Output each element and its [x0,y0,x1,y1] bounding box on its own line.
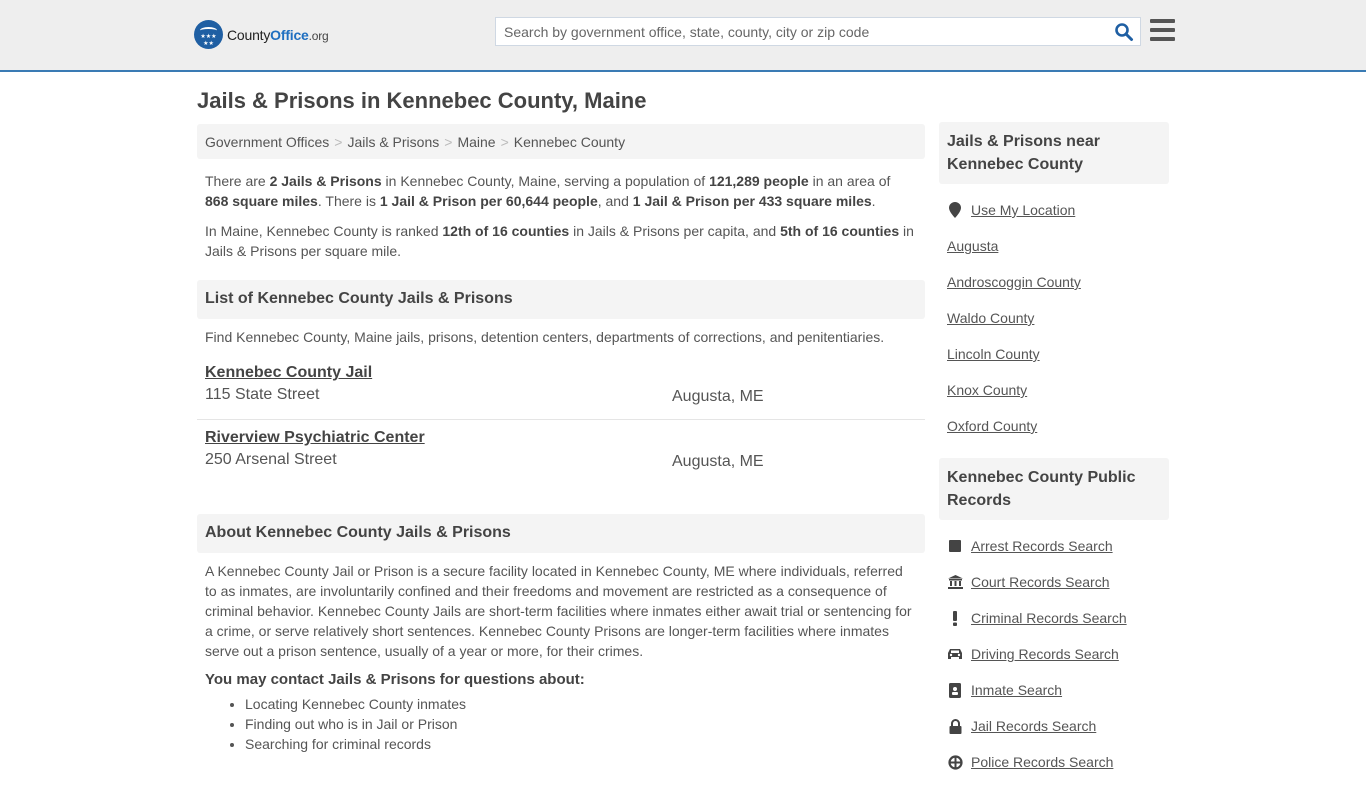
nearby-link-oxford-county[interactable]: Oxford County [947,418,1037,434]
public-record-item: Court Records Search [947,564,1161,600]
court-records-link[interactable]: Court Records Search [971,574,1110,590]
main-content: Government Offices > Jails & Prisons > Maine… [197,124,925,754]
use-my-location-item: Use My Location [947,192,1161,228]
nearby-link-knox-county[interactable]: Knox County [947,382,1027,398]
intro-summary: There are 2 Jails & Prisons in Kennebec … [197,159,925,261]
list-section-heading: List of Kennebec County Jails & Prisons [197,280,925,319]
site-header: ★★★ ★★ CountyOffice.org [0,0,1366,72]
nearby-heading: Jails & Prisons near Kennebec County [939,122,1169,184]
search-icon [1115,23,1133,41]
breadcrumb-separator: > [444,134,453,150]
facility-name-link[interactable]: Kennebec County Jail [205,364,372,381]
facility-city: Augusta, ME [672,453,764,470]
about-section-heading: About Kennebec County Jails & Prisons [197,514,925,553]
nearby-list: Use My Location Augusta Androscoggin Cou… [939,184,1169,454]
search-bar [495,17,1141,46]
nearby-item: Augusta [947,228,1161,264]
contact-topic-item: Searching for criminal records [245,734,925,754]
intro-paragraph-rank: In Maine, Kennebec County is ranked 12th… [205,223,914,259]
breadcrumb: Government Offices > Jails & Prisons > Maine… [197,124,925,159]
contact-topic-item: Finding out who is in Jail or Prison [245,714,925,734]
breadcrumb-separator: > [500,134,509,150]
nearby-item: Knox County [947,372,1161,408]
site-logo[interactable]: ★★★ ★★ CountyOffice.org [194,20,329,49]
public-record-item: Driving Records Search [947,636,1161,672]
jail-records-link[interactable]: Jail Records Search [971,718,1096,734]
square-icon [947,538,963,554]
public-record-item: Police Records Search [947,744,1161,780]
nearby-link-augusta[interactable]: Augusta [947,238,998,254]
breadcrumb-kennebec-county: Kennebec County [513,134,626,150]
facility-address: 115 State Street [205,386,320,403]
inmate-search-link[interactable]: Inmate Search [971,682,1062,698]
breadcrumb-government-offices[interactable]: Government Offices [205,134,329,150]
nearby-item: Androscoggin County [947,264,1161,300]
public-record-item: Criminal Records Search [947,600,1161,636]
hamburger-menu-button[interactable] [1150,19,1175,42]
public-records-heading: Kennebec County Public Records [939,458,1169,520]
facility-city: Augusta, ME [672,388,764,405]
courthouse-icon [947,574,963,590]
public-records-list: Arrest Records Search Court Records Sear… [939,520,1169,790]
nearby-item: Lincoln County [947,336,1161,372]
intro-paragraph-stats: There are 2 Jails & Prisons in Kennebec … [205,173,891,209]
search-input[interactable] [496,18,1106,45]
page-title: Jails & Prisons in Kennebec County, Main… [197,88,647,113]
exclamation-icon [947,610,963,626]
facility-listing: Kennebec County Jail 115 State Street Au… [197,355,925,420]
sidebar: Jails & Prisons near Kennebec County Use… [939,122,1169,790]
list-section-description: Find Kennebec County, Maine jails, priso… [205,329,885,345]
contact-topics-list: Locating Kennebec County inmates Finding… [197,694,925,754]
facility-address: 250 Arsenal Street [205,451,337,468]
breadcrumb-maine[interactable]: Maine [457,134,495,150]
hamburger-menu-icon [1150,19,1175,23]
breadcrumb-separator: > [334,134,343,150]
contact-heading: You may contact Jails & Prisons for ques… [205,671,585,688]
public-record-item: Inmate Search [947,672,1161,708]
public-record-item: Arrest Records Search [947,528,1161,564]
nearby-link-waldo-county[interactable]: Waldo County [947,310,1034,326]
public-record-item: Jail Records Search [947,708,1161,744]
nearby-item: Oxford County [947,408,1161,444]
driving-records-link[interactable]: Driving Records Search [971,646,1119,662]
facility-name-link[interactable]: Riverview Psychiatric Center [205,429,425,446]
car-icon [947,646,963,662]
criminal-records-link[interactable]: Criminal Records Search [971,610,1127,626]
search-button[interactable] [1114,22,1134,42]
map-marker-icon [947,202,963,218]
breadcrumb-jails-prisons[interactable]: Jails & Prisons [347,134,439,150]
about-section-text: A Kennebec County Jail or Prison is a se… [205,563,912,659]
eagle-logo-icon: ★★★ ★★ [194,20,223,49]
facility-listing: Riverview Psychiatric Center 250 Arsenal… [197,420,925,485]
lock-icon [947,718,963,734]
contact-topic-item: Locating Kennebec County inmates [245,694,925,714]
arrest-records-link[interactable]: Arrest Records Search [971,538,1113,554]
logo-wordmark: CountyOffice.org [227,26,329,43]
id-badge-icon [947,682,963,698]
nearby-link-lincoln-county[interactable]: Lincoln County [947,346,1040,362]
nearby-item: Waldo County [947,300,1161,336]
use-my-location-link[interactable]: Use My Location [971,202,1075,218]
nearby-link-androscoggin-county[interactable]: Androscoggin County [947,274,1081,290]
